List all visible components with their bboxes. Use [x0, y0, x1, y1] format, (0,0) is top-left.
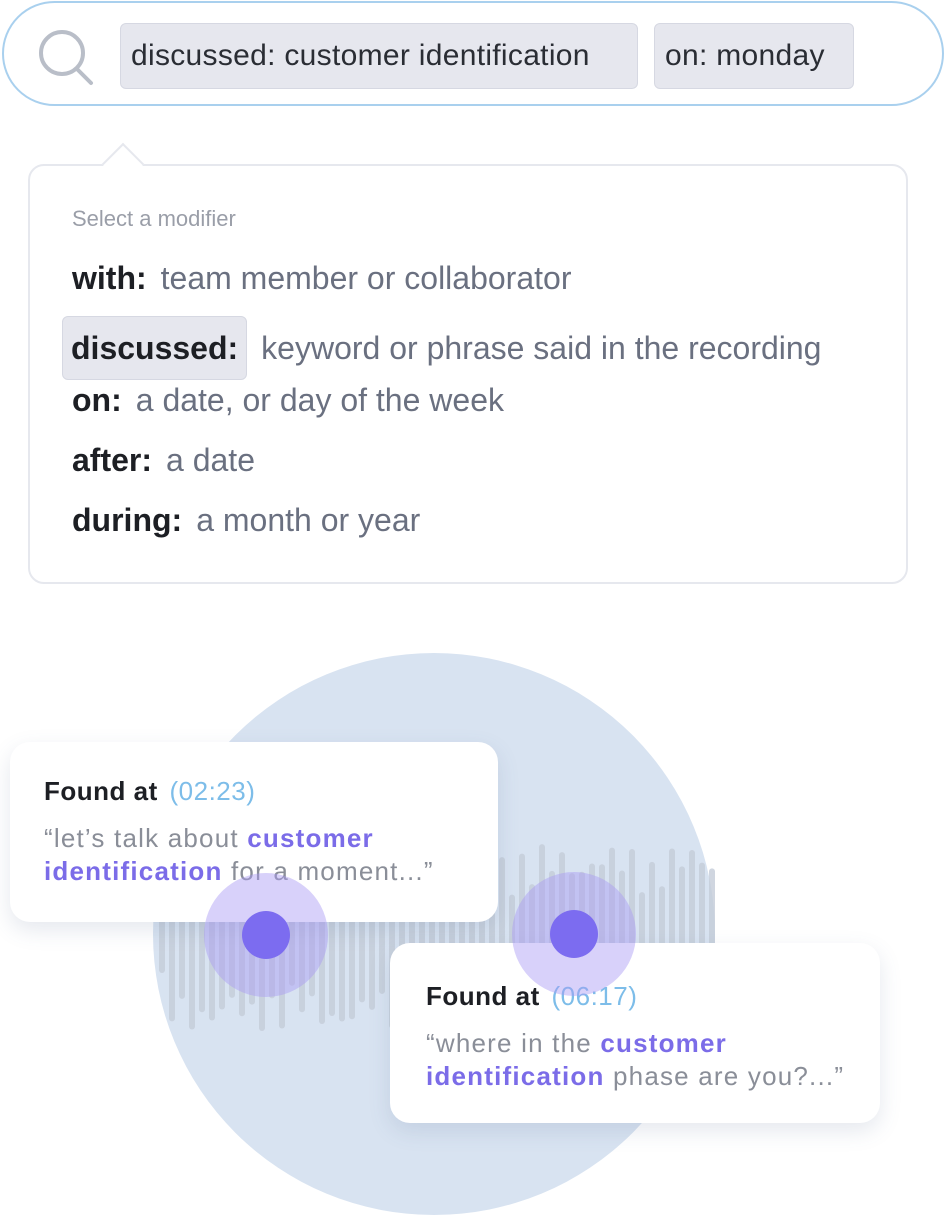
modifier-key: during:: [72, 502, 183, 538]
modifier-item-with[interactable]: with: team member or collaborator: [72, 256, 571, 300]
modifier-key: on:: [72, 382, 122, 418]
timestamp[interactable]: (02:23): [170, 776, 256, 806]
found-at-heading: Found at (02:23): [44, 776, 255, 807]
modifier-key: after:: [72, 442, 153, 478]
timeline-marker-dot: [550, 910, 598, 958]
modifier-item-during[interactable]: during: a month or year: [72, 498, 420, 542]
search-bar[interactable]: discussed: customer identification on: m…: [2, 1, 944, 106]
dropdown-title: Select a modifier: [72, 206, 236, 231]
timeline-marker[interactable]: [204, 873, 328, 997]
filter-chip-discussed[interactable]: discussed: customer identification: [120, 23, 638, 89]
search-icon[interactable]: [36, 29, 96, 89]
dropdown-caret: [101, 142, 145, 186]
timeline-marker-dot: [242, 911, 290, 959]
result-card[interactable]: Found at (06:17) “where in the customer …: [390, 943, 880, 1123]
found-at-label: Found at: [426, 981, 540, 1011]
modifier-item-after[interactable]: after: a date: [72, 438, 255, 482]
modifier-desc: team member or collaborator: [160, 260, 572, 296]
found-at-label: Found at: [44, 776, 158, 806]
quote-text: “let’s talk about: [44, 823, 248, 853]
modifier-key: with:: [72, 260, 147, 296]
modifier-desc: keyword or phrase said in the recording: [261, 330, 822, 366]
modifier-key: discussed:: [62, 316, 248, 380]
transcript-quote: “where in the customer identification ph…: [426, 1027, 886, 1093]
modifier-item-discussed[interactable]: discussed: keyword or phrase said in the …: [62, 316, 821, 380]
modifier-item-on[interactable]: on: a date, or day of the week: [72, 378, 504, 422]
filter-chip-on[interactable]: on: monday: [654, 23, 854, 89]
modifier-desc: a date, or day of the week: [135, 382, 504, 418]
timeline-marker[interactable]: [512, 872, 636, 996]
modifier-desc: a month or year: [196, 502, 421, 538]
quote-text: “where in the: [426, 1028, 601, 1058]
modifier-dropdown: Select a modifier with: team member or co…: [28, 142, 908, 584]
quote-text: phase are you?...”: [604, 1061, 845, 1091]
modifier-desc: a date: [166, 442, 255, 478]
